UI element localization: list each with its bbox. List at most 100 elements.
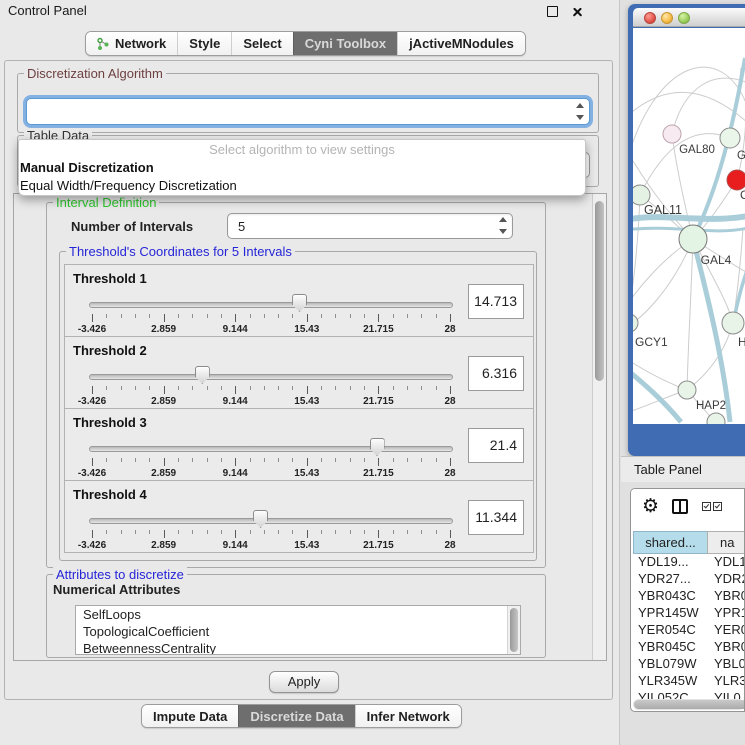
network-nodes[interactable] <box>633 125 745 424</box>
column-header-name[interactable]: na <box>707 531 745 554</box>
attributes-scrollbar-thumb[interactable] <box>510 608 518 652</box>
algorithm-combobox[interactable] <box>26 98 590 125</box>
table-cell[interactable]: YBR045C <box>633 639 708 656</box>
network-node[interactable] <box>633 185 650 205</box>
table-row[interactable]: YPR145WYPR1 <box>633 605 745 622</box>
threshold-slider[interactable]: -3.4262.8599.14415.4321.71528 <box>89 435 453 481</box>
tab-cyni-toolbox[interactable]: Cyni Toolbox <box>293 32 397 55</box>
numerical-attributes-list[interactable]: SelfLoopsTopologicalCoefficientBetweenne… <box>75 605 521 655</box>
table-cell[interactable]: YER0 <box>708 622 745 639</box>
minimize-traffic-light-icon[interactable] <box>661 12 673 24</box>
slider-track[interactable] <box>89 518 453 524</box>
table-row[interactable]: YLR345WYLR3 <box>633 673 745 690</box>
table-cell[interactable]: YER054C <box>633 622 708 639</box>
table-cell[interactable]: YBL079W <box>633 656 708 673</box>
close-traffic-light-icon[interactable] <box>644 12 656 24</box>
dropdown-option-manual-discretization[interactable]: Manual Discretization <box>19 159 585 177</box>
attribute-list-item[interactable]: BetweennessCentrality <box>76 640 520 655</box>
table-cell[interactable]: YLR345W <box>633 673 708 690</box>
column-header-shared-name[interactable]: shared... <box>633 531 708 554</box>
table-cell[interactable]: YDL1 <box>708 554 745 571</box>
table-row[interactable]: YDL19...YDL1 <box>633 554 745 571</box>
table-cell[interactable]: YDR2 <box>708 571 745 588</box>
tick-mark <box>192 458 193 462</box>
table-cell[interactable]: YPR1 <box>708 605 745 622</box>
table-row[interactable]: YBR043CYBR0 <box>633 588 745 605</box>
slider-track[interactable] <box>89 374 453 380</box>
cyni-toolbox-panel: Discretization Algorithm Table Data galF… <box>4 60 613 700</box>
tick-mark <box>321 386 322 390</box>
table-horizontal-scrollbar[interactable] <box>633 699 744 710</box>
attributes-scrollbar[interactable] <box>507 606 520 654</box>
dropdown-placeholder-option[interactable]: Select algorithm to view settings <box>19 140 585 159</box>
attribute-list-item[interactable]: SelfLoops <box>76 606 520 623</box>
columns-icon[interactable] <box>672 499 688 514</box>
network-node[interactable] <box>722 312 744 334</box>
number-of-intervals-label: Number of Intervals <box>71 219 193 234</box>
table-body: YDL19...YDL1YDR27...YDR2YBR043CYBR0YPR14… <box>633 554 745 707</box>
tick-label: 2.859 <box>151 396 176 407</box>
threshold-label: Threshold 4 <box>73 487 147 502</box>
table-cell[interactable]: YBL0 <box>708 656 745 673</box>
threshold-slider[interactable]: -3.4262.8599.14415.4321.71528 <box>89 363 453 409</box>
settings-vertical-scrollbar[interactable] <box>592 194 606 660</box>
network-node[interactable] <box>678 381 696 399</box>
table-cell[interactable]: YBR0 <box>708 588 745 605</box>
network-node[interactable] <box>663 125 681 143</box>
tick-mark <box>364 458 365 462</box>
close-icon[interactable] <box>571 5 584 18</box>
threshold-value-field[interactable]: 21.4 <box>468 428 524 463</box>
table-cell[interactable]: YBR0 <box>708 639 745 656</box>
slider-thumb[interactable] <box>292 294 307 312</box>
slider-track[interactable] <box>89 446 453 452</box>
table-cell[interactable]: YDL19... <box>633 554 708 571</box>
tab-style[interactable]: Style <box>177 32 231 55</box>
tick-label: 28 <box>444 468 455 479</box>
network-canvas[interactable]: GAL80GACGAL11GAL4GCY1HHAP2 <box>633 28 745 424</box>
threshold-value-field[interactable]: 14.713 <box>468 284 524 319</box>
settings-scrollbar-thumb[interactable] <box>595 201 604 381</box>
tab-discretize-data[interactable]: Discretize Data <box>238 705 354 727</box>
tick-mark <box>207 530 208 534</box>
number-of-intervals-combobox[interactable]: 5 <box>227 213 513 239</box>
tab-jactivemnodules[interactable]: jActiveMNodules <box>397 32 525 55</box>
table-row[interactable]: YBR045CYBR0 <box>633 639 745 656</box>
tab-select[interactable]: Select <box>231 32 292 55</box>
tab-infer-network[interactable]: Infer Network <box>355 705 461 727</box>
attribute-list-item[interactable]: TopologicalCoefficient <box>76 623 520 640</box>
network-node[interactable] <box>633 314 638 332</box>
network-node[interactable] <box>707 413 725 424</box>
table-cell[interactable]: YDR27... <box>633 571 708 588</box>
slider-thumb[interactable] <box>253 510 268 528</box>
dropdown-option-equal-width-frequency[interactable]: Equal Width/Frequency Discretization <box>19 177 585 195</box>
table-row[interactable]: YER054CYER0 <box>633 622 745 639</box>
table-row[interactable]: YDR27...YDR2 <box>633 571 745 588</box>
tick-mark <box>321 458 322 462</box>
tab-impute-data[interactable]: Impute Data <box>142 705 238 727</box>
threshold-value-field[interactable]: 6.316 <box>468 356 524 391</box>
tab-network[interactable]: Network <box>86 32 177 55</box>
network-node[interactable] <box>720 128 740 148</box>
table-cell[interactable]: YBR043C <box>633 588 708 605</box>
float-window-icon[interactable] <box>547 6 558 17</box>
slider-thumb[interactable] <box>370 438 385 456</box>
tick-mark <box>378 386 379 394</box>
table-cell[interactable]: YPR145W <box>633 605 708 622</box>
threshold-slider[interactable]: -3.4262.8599.14415.4321.71528 <box>89 291 453 337</box>
gear-icon[interactable]: ⚙ <box>642 495 659 517</box>
select-columns-icon[interactable] <box>702 502 722 511</box>
threshold-slider[interactable]: -3.4262.8599.14415.4321.71528 <box>89 507 453 553</box>
combo-arrows-icon[interactable] <box>571 99 589 124</box>
threshold-value-field[interactable]: 11.344 <box>468 500 524 535</box>
network-node[interactable] <box>727 170 745 190</box>
tick-mark <box>278 458 279 462</box>
zoom-traffic-light-icon[interactable] <box>678 12 690 24</box>
table-cell[interactable]: YLR3 <box>708 673 745 690</box>
apply-button[interactable]: Apply <box>269 671 339 693</box>
network-node[interactable] <box>679 225 707 253</box>
slider-thumb[interactable] <box>195 366 210 384</box>
table-row[interactable]: YBL079WYBL0 <box>633 656 745 673</box>
table-hscrollbar-thumb[interactable] <box>634 700 745 709</box>
slider-track[interactable] <box>89 302 453 308</box>
combo-arrows-icon[interactable] <box>494 214 512 238</box>
